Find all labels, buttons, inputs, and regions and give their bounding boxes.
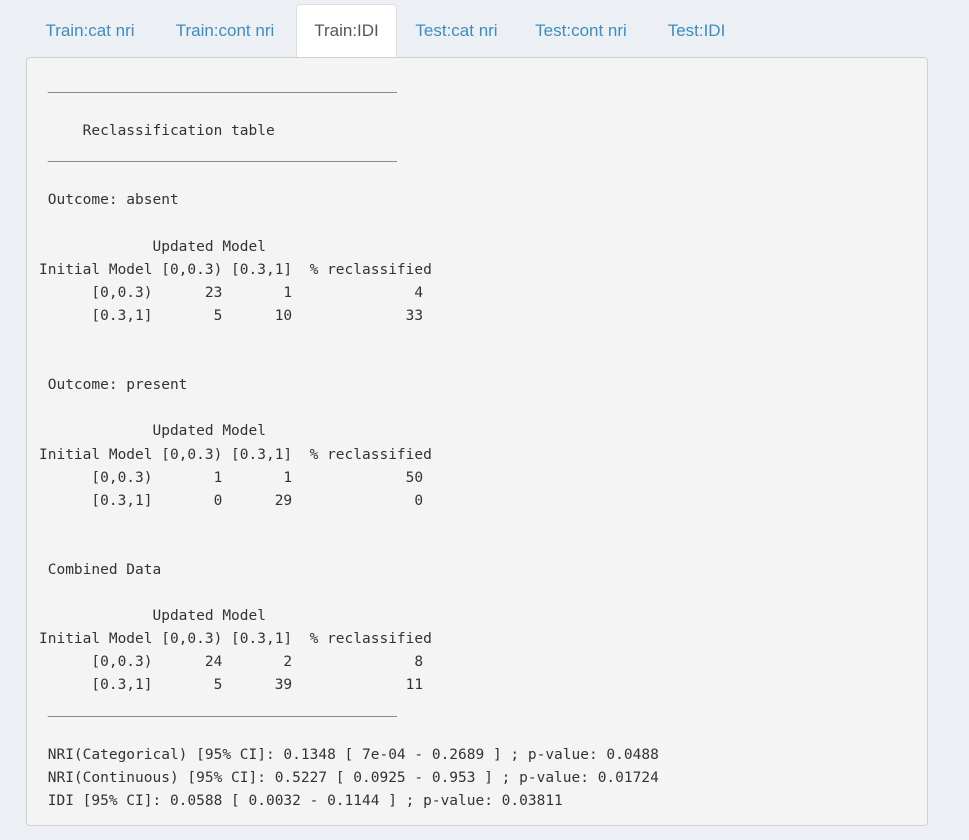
tab-train-cat-nri[interactable]: Train:cat nri	[26, 4, 154, 57]
tab-bar: Train:cat nri Train:cont nri Train:IDI T…	[26, 4, 928, 57]
table-row: [0,0.3) 23 1 4	[39, 284, 424, 301]
output-separator: ________________________________________	[39, 77, 397, 93]
output-separator: ________________________________________	[39, 700, 397, 717]
output-separator: ________________________________________	[39, 146, 397, 163]
nri-continuous-result: NRI(Continuous) [95% CI]: 0.5227 [ 0.092…	[39, 769, 659, 786]
table-header: Initial Model [0,0.3) [0.3,1] % reclassi…	[39, 446, 432, 463]
table-header: Updated Model	[39, 608, 266, 625]
tab-test-cat-nri[interactable]: Test:cat nri	[397, 4, 516, 57]
table-row: [0.3,1] 5 10 33	[39, 307, 424, 324]
table-header: Updated Model	[39, 423, 266, 440]
idi-result: IDI [95% CI]: 0.0588 [ 0.0032 - 0.1144 ]…	[39, 792, 563, 809]
nri-categorical-result: NRI(Categorical) [95% CI]: 0.1348 [ 7e-0…	[39, 746, 659, 763]
outcome-absent-label: Outcome: absent	[39, 192, 179, 209]
table-header: Initial Model [0,0.3) [0.3,1] % reclassi…	[39, 261, 432, 278]
output-panel: ________________________________________…	[26, 57, 928, 826]
tab-test-idi[interactable]: Test:IDI	[646, 4, 747, 57]
verbatim-output: ________________________________________…	[39, 74, 659, 813]
table-row: [0.3,1] 0 29 0	[39, 492, 424, 509]
table-row: [0,0.3) 24 2 8	[39, 654, 424, 671]
table-row: [0.3,1] 5 39 11	[39, 677, 424, 694]
table-header: Updated Model	[39, 238, 266, 255]
tab-test-cont-nri[interactable]: Test:cont nri	[516, 4, 646, 57]
tab-train-cont-nri[interactable]: Train:cont nri	[154, 4, 296, 57]
tab-train-idi[interactable]: Train:IDI	[296, 4, 397, 57]
combined-data-label: Combined Data	[39, 561, 162, 578]
table-header: Initial Model [0,0.3) [0.3,1] % reclassi…	[39, 631, 432, 648]
outcome-present-label: Outcome: present	[39, 377, 188, 394]
table-row: [0,0.3) 1 1 50	[39, 469, 424, 486]
output-heading: Reclassification table	[39, 123, 275, 140]
